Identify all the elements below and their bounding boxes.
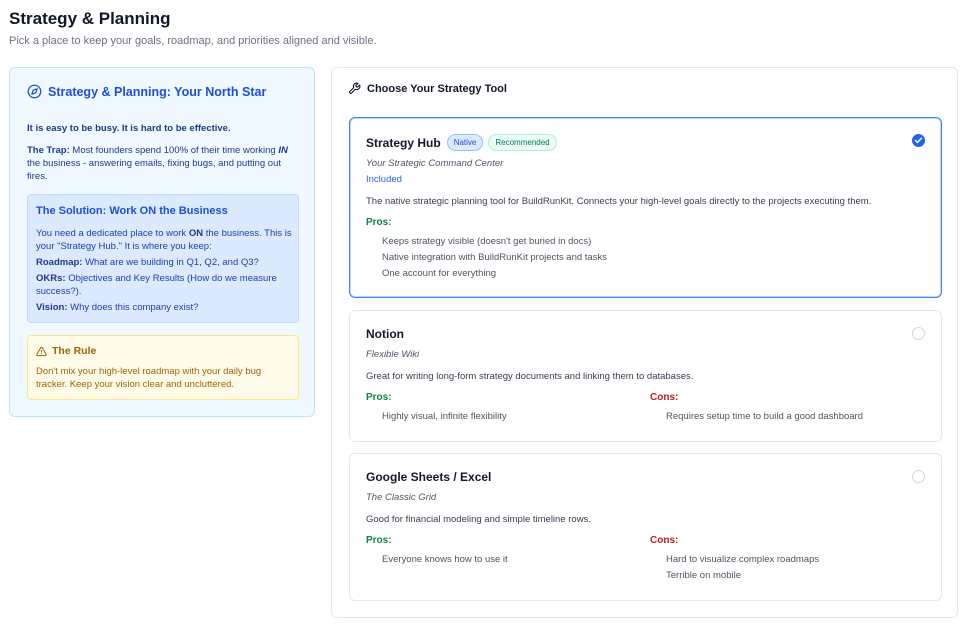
cons-list: Requires setup time to build a good dash… [666,409,863,425]
card-name-row: Notion [366,327,405,341]
cons-item: Terrible on mobile [666,570,741,581]
cons-title: Cons: [650,535,679,546]
cons-title: Cons: [650,392,679,403]
info-heading: Strategy & Planning: Your North Star [27,84,266,99]
trap-text-1: Most founders spend 100% of their time w… [69,145,279,156]
included-label: Included [366,174,402,185]
rule-box: The Rule Don't mix your high-level roadm… [27,335,299,400]
option-radio-checked[interactable] [912,134,925,147]
pros-list: Everyone knows how to use it [382,552,508,568]
solution-title: The Solution: Work ON the Business [36,205,228,217]
option-name: Google Sheets / Excel [366,470,492,484]
tool-panel-title: Choose Your Strategy Tool [367,82,507,95]
tool-panel-heading: Choose Your Strategy Tool [348,82,507,95]
info-trap: The Trap: Most founders spend 100% of th… [27,144,302,183]
option-card-google-sheets[interactable]: Google Sheets / Excel The Classic Grid G… [349,453,942,601]
compass-icon [27,84,42,99]
pros-list: Highly visual, infinite flexibility [382,409,507,425]
recommended-badge: Recommended [488,134,557,151]
option-tagline: Your Strategic Command Center [366,158,504,169]
option-card-strategy-hub[interactable]: Strategy Hub Native Recommended Your Str… [349,117,942,298]
option-description: Great for writing long-form strategy doc… [366,371,694,382]
cons-list: Hard to visualize complex roadmaps Terri… [666,552,819,584]
pros-title: Pros: [366,392,392,403]
cons-item: Hard to visualize complex roadmaps [666,554,820,565]
option-radio[interactable] [912,470,925,483]
trap-emphasis: IN [278,145,288,156]
option-tagline: The Classic Grid [366,492,437,503]
option-name: Strategy Hub [366,135,441,150]
solution-intro-emphasis: ON [188,228,204,239]
rule-title-row: The Rule [36,345,96,357]
option-description: The native strategic planning tool for B… [366,196,872,207]
pros-item: Native integration with BuildRunKit proj… [382,252,607,263]
native-badge: Native [446,134,484,151]
solution-item-roadmap: Roadmap: What are we building in Q1, Q2,… [36,257,259,268]
solution-intro-1: You need a dedicated place to work [36,228,189,239]
card-name-row: Strategy Hub Native Recommended [366,134,557,151]
pros-list: Keeps strategy visible (doesn't get buri… [382,234,607,282]
trap-text-2: the business - answering emails, fixing … [27,158,282,182]
option-name: Notion [366,327,404,341]
cons-item: Requires setup time to build a good dash… [666,411,863,422]
info-lead: It is easy to be busy. It is hard to be … [27,123,231,134]
option-radio[interactable] [912,327,925,340]
info-panel-title: Strategy & Planning: Your North Star [48,84,267,99]
pros-title: Pros: [366,535,392,546]
tool-panel: Choose Your Strategy Tool Strategy Hub N… [331,67,958,618]
card-name-row: Google Sheets / Excel [366,470,492,484]
trap-label: The Trap: [27,145,70,156]
option-description: Good for financial modeling and simple t… [366,514,591,525]
info-panel: Strategy & Planning: Your North Star It … [9,67,315,417]
rule-title: The Rule [52,345,97,357]
solution-intro: You need a dedicated place to work ON th… [36,227,294,253]
pros-item: One account for everything [382,268,497,279]
option-tagline: Flexible Wiki [366,349,420,360]
option-card-notion[interactable]: Notion Flexible Wiki Great for writing l… [349,310,942,442]
pros-item: Highly visual, infinite flexibility [382,411,507,422]
rule-text: Don't mix your high-level roadmap with y… [36,366,262,390]
solution-body: You need a dedicated place to work ON th… [36,227,294,314]
wrench-icon [349,82,361,94]
solution-item-okrs: OKRs: Objectives and Key Results (How do… [36,273,277,297]
solution-box: The Solution: Work ON the Business You n… [27,194,299,323]
check-icon [914,137,923,144]
pros-item: Everyone knows how to use it [382,554,508,565]
pros-item: Keeps strategy visible (doesn't get buri… [382,236,592,247]
page-subtitle: Pick a place to keep your goals, roadmap… [9,35,377,47]
page-title: Strategy & Planning [9,9,171,28]
solution-item-vision: Vision: Why does this company exist? [36,302,199,313]
pros-title: Pros: [366,217,392,228]
warning-triangle-icon [36,346,47,356]
